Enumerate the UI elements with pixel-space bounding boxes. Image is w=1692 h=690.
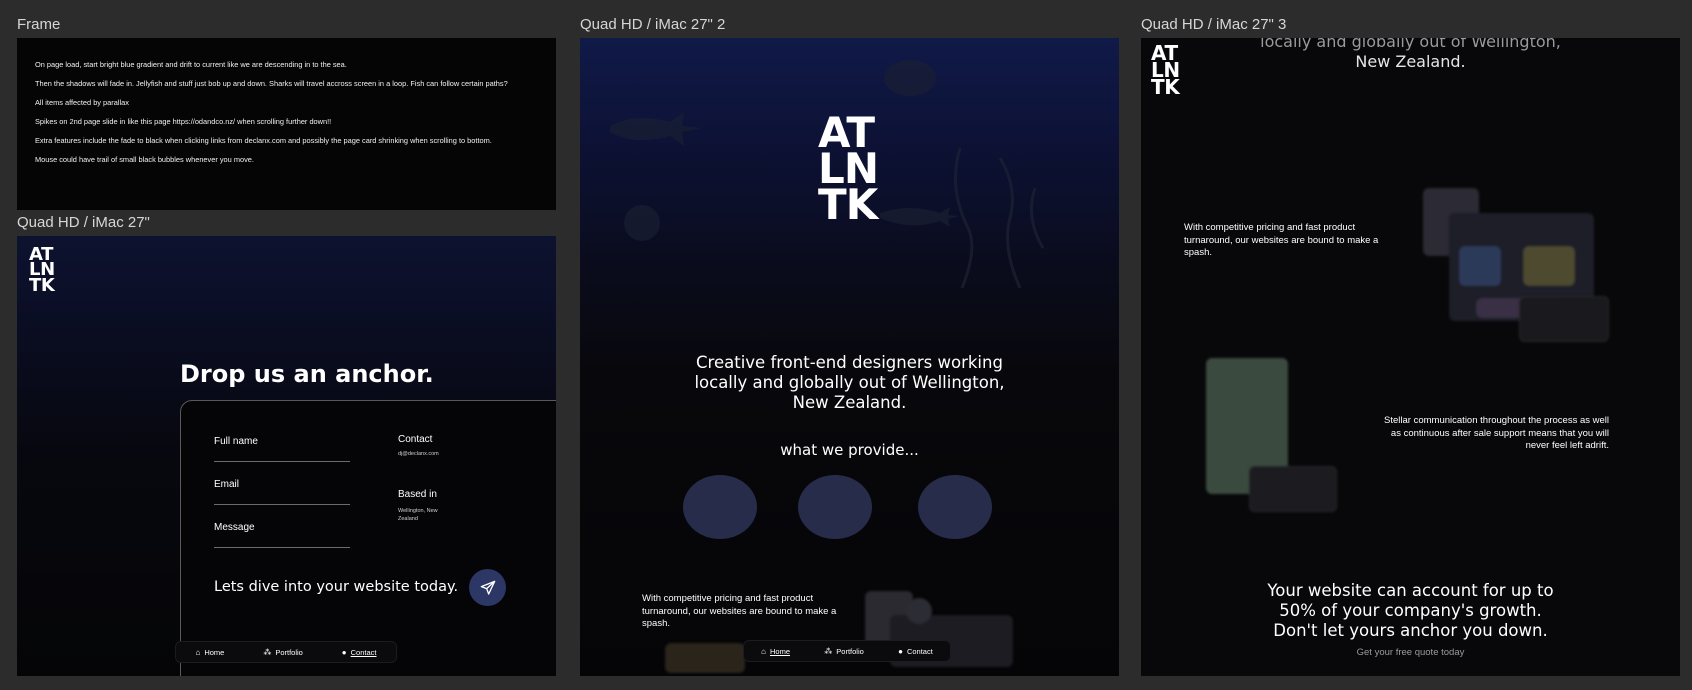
contact-title: Contact — [398, 434, 433, 445]
website-mockup — [1523, 246, 1575, 286]
note-2: Then the shadows will fade in. Jellyfish… — [35, 79, 508, 88]
what-we-provide-heading: what we provide... — [780, 441, 919, 459]
tagline-line: locally and globally out of Wellington, — [1260, 38, 1561, 51]
nav-portfolio-label: Portfolio — [275, 647, 303, 657]
pricing-blurb: With competitive pricing and fast produc… — [1184, 222, 1379, 258]
home-icon: ⌂ — [761, 646, 766, 656]
contact-heading: Drop us an anchor. — [180, 360, 434, 388]
nav-home-label: Home — [769, 646, 790, 656]
notes-text: On page load, start bright blue gradient… — [17, 38, 517, 165]
atlntk-logo[interactable]: AT LN TK — [818, 111, 879, 230]
atlntk-logo[interactable]: AT LN TK — [29, 245, 55, 296]
website-mockup — [665, 643, 745, 673]
pricing-blurb: With competitive pricing and fast produc… — [642, 593, 837, 629]
nav-contact-label: Contact — [350, 647, 377, 657]
website-mockup — [1459, 246, 1501, 286]
note-6: Mouse could have trail of small black bu… — [35, 155, 254, 164]
tagline-line: New Zealand. — [792, 393, 907, 412]
logo-line: TK — [1151, 75, 1180, 100]
nav-contact[interactable]: ● Contact — [342, 648, 377, 657]
contact-page-frame[interactable]: AT LN TK Drop us an anchor. Full name Em… — [17, 236, 556, 676]
top-tagline: locally and globally out of Wellington, … — [1141, 38, 1680, 72]
website-mockup — [1519, 296, 1609, 342]
logo-line: TK — [818, 180, 878, 230]
nav-portfolio-label: Portfolio — [836, 646, 864, 656]
portfolio-icon: ⁂ — [824, 646, 833, 656]
website-mockup — [906, 598, 932, 624]
send-button[interactable] — [469, 569, 506, 606]
send-icon — [480, 580, 495, 595]
tagline-line: Creative front-end designers working — [696, 353, 1003, 372]
bottom-nav: ⌂ Home ⁂ Portfolio ● Contact — [175, 641, 397, 663]
note-1: On page load, start bright blue gradient… — [35, 60, 347, 69]
bottom-nav: ⌂ Home ⁂ Portfolio ● Contact — [743, 640, 951, 662]
based-in-value: Wellington, New Zealand — [398, 508, 438, 522]
contact-icon: ● — [341, 647, 347, 657]
nav-portfolio[interactable]: ⁂ Portfolio — [263, 648, 303, 657]
tagline-line: New Zealand. — [1355, 52, 1466, 71]
growth-line: Your website can account for up to — [1267, 581, 1554, 600]
free-quote-link[interactable]: Get your free quote today — [1141, 647, 1680, 658]
nav-home-label: Home — [204, 647, 225, 657]
full-name-field[interactable]: Full name — [214, 436, 350, 462]
atlntk-logo[interactable]: AT LN TK — [1151, 43, 1180, 100]
cta-text: Lets dive into your website today. — [214, 579, 459, 595]
note-4: Spikes on 2nd page slide in like this pa… — [35, 117, 332, 126]
full-name-label: Full name — [214, 436, 258, 447]
portfolio-icon: ⁂ — [263, 647, 272, 657]
frame-label-contact[interactable]: Quad HD / iMac 27" — [17, 214, 150, 231]
nav-portfolio[interactable]: ⁂ Portfolio — [824, 647, 864, 656]
contact-email-link[interactable]: dj@declanx.com — [398, 451, 439, 457]
website-mockup — [1249, 466, 1337, 512]
growth-line: Don't let yours anchor you down. — [1273, 621, 1548, 640]
home-page-frame[interactable]: AT LN TK Creative front-end designers wo… — [580, 38, 1119, 676]
nav-home[interactable]: ⌂ Home — [195, 648, 224, 657]
based-in-title: Based in — [398, 489, 437, 500]
service-oval[interactable] — [918, 475, 992, 539]
nav-contact[interactable]: ● Contact — [898, 647, 933, 656]
frame-label-scroll[interactable]: Quad HD / iMac 27" 3 — [1141, 16, 1286, 33]
service-oval[interactable] — [683, 475, 757, 539]
growth-statement: Your website can account for up to 50% o… — [1141, 581, 1680, 641]
service-oval[interactable] — [798, 475, 872, 539]
home-icon: ⌂ — [195, 647, 201, 657]
note-3: All items affected by parallax — [35, 98, 129, 107]
growth-line: 50% of your company's growth. — [1279, 601, 1542, 620]
email-label: Email — [214, 479, 240, 490]
frame-label-notes[interactable]: Frame — [17, 16, 60, 33]
message-field[interactable]: Message — [214, 522, 350, 548]
contact-icon: ● — [898, 646, 903, 656]
nav-home[interactable]: ⌂ Home — [761, 647, 790, 656]
nav-contact-label: Contact — [906, 646, 933, 656]
scroll-page-frame[interactable]: locally and globally out of Wellington, … — [1141, 38, 1680, 676]
message-label: Message — [214, 522, 255, 533]
logo-line: TK — [29, 274, 55, 296]
tagline-line: locally and globally out of Wellington, — [694, 373, 1005, 392]
email-field[interactable]: Email — [214, 479, 350, 505]
note-5: Extra features include the fade to black… — [35, 136, 492, 145]
hero-tagline: Creative front-end designers working loc… — [580, 353, 1119, 413]
support-blurb: Stellar communication throughout the pro… — [1384, 415, 1609, 451]
notes-frame[interactable]: On page load, start bright blue gradient… — [17, 38, 556, 210]
contact-form-card: Full name Email Message Contact dj@decla… — [180, 400, 556, 676]
frame-label-home[interactable]: Quad HD / iMac 27" 2 — [580, 16, 725, 33]
